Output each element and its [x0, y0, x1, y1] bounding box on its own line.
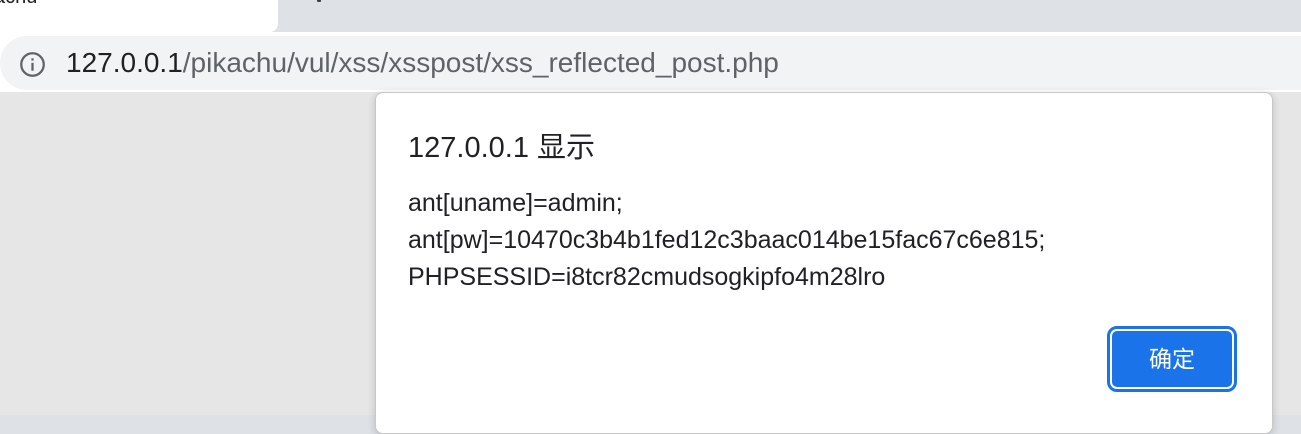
- url-path: /pikachu/vul/xss/xsspost/xss_reflected_p…: [182, 47, 779, 78]
- tab-strip: achu: [0, 0, 1301, 32]
- dialog-message-line: ant[uname]=admin;: [408, 189, 623, 217]
- tab-separator: [317, 0, 321, 2]
- dialog-message-line: PHPSESSID=i8tcr82cmudsogkipfo4m28lro: [408, 263, 886, 291]
- dialog-message: ant[uname]=admin; ant[pw]=10470c3b4b1fed…: [408, 185, 1045, 296]
- dialog-title: 127.0.0.1 显示: [408, 132, 595, 164]
- tab-title: achu: [0, 0, 37, 9]
- address-url[interactable]: 127.0.0.1/pikachu/vul/xss/xsspost/xss_re…: [66, 44, 779, 82]
- inactive-tab[interactable]: [278, 0, 1301, 26]
- active-tab[interactable]: achu: [0, 0, 278, 32]
- dialog-message-line: ant[pw]=10470c3b4b1fed12c3baac014be15fac…: [408, 226, 1046, 254]
- url-host: 127.0.0.1: [66, 47, 183, 78]
- info-circle-icon[interactable]: [19, 51, 46, 78]
- ok-button[interactable]: 确定: [1107, 326, 1237, 392]
- alert-dialog: 127.0.0.1 显示 ant[uname]=admin; ant[pw]=1…: [375, 92, 1273, 434]
